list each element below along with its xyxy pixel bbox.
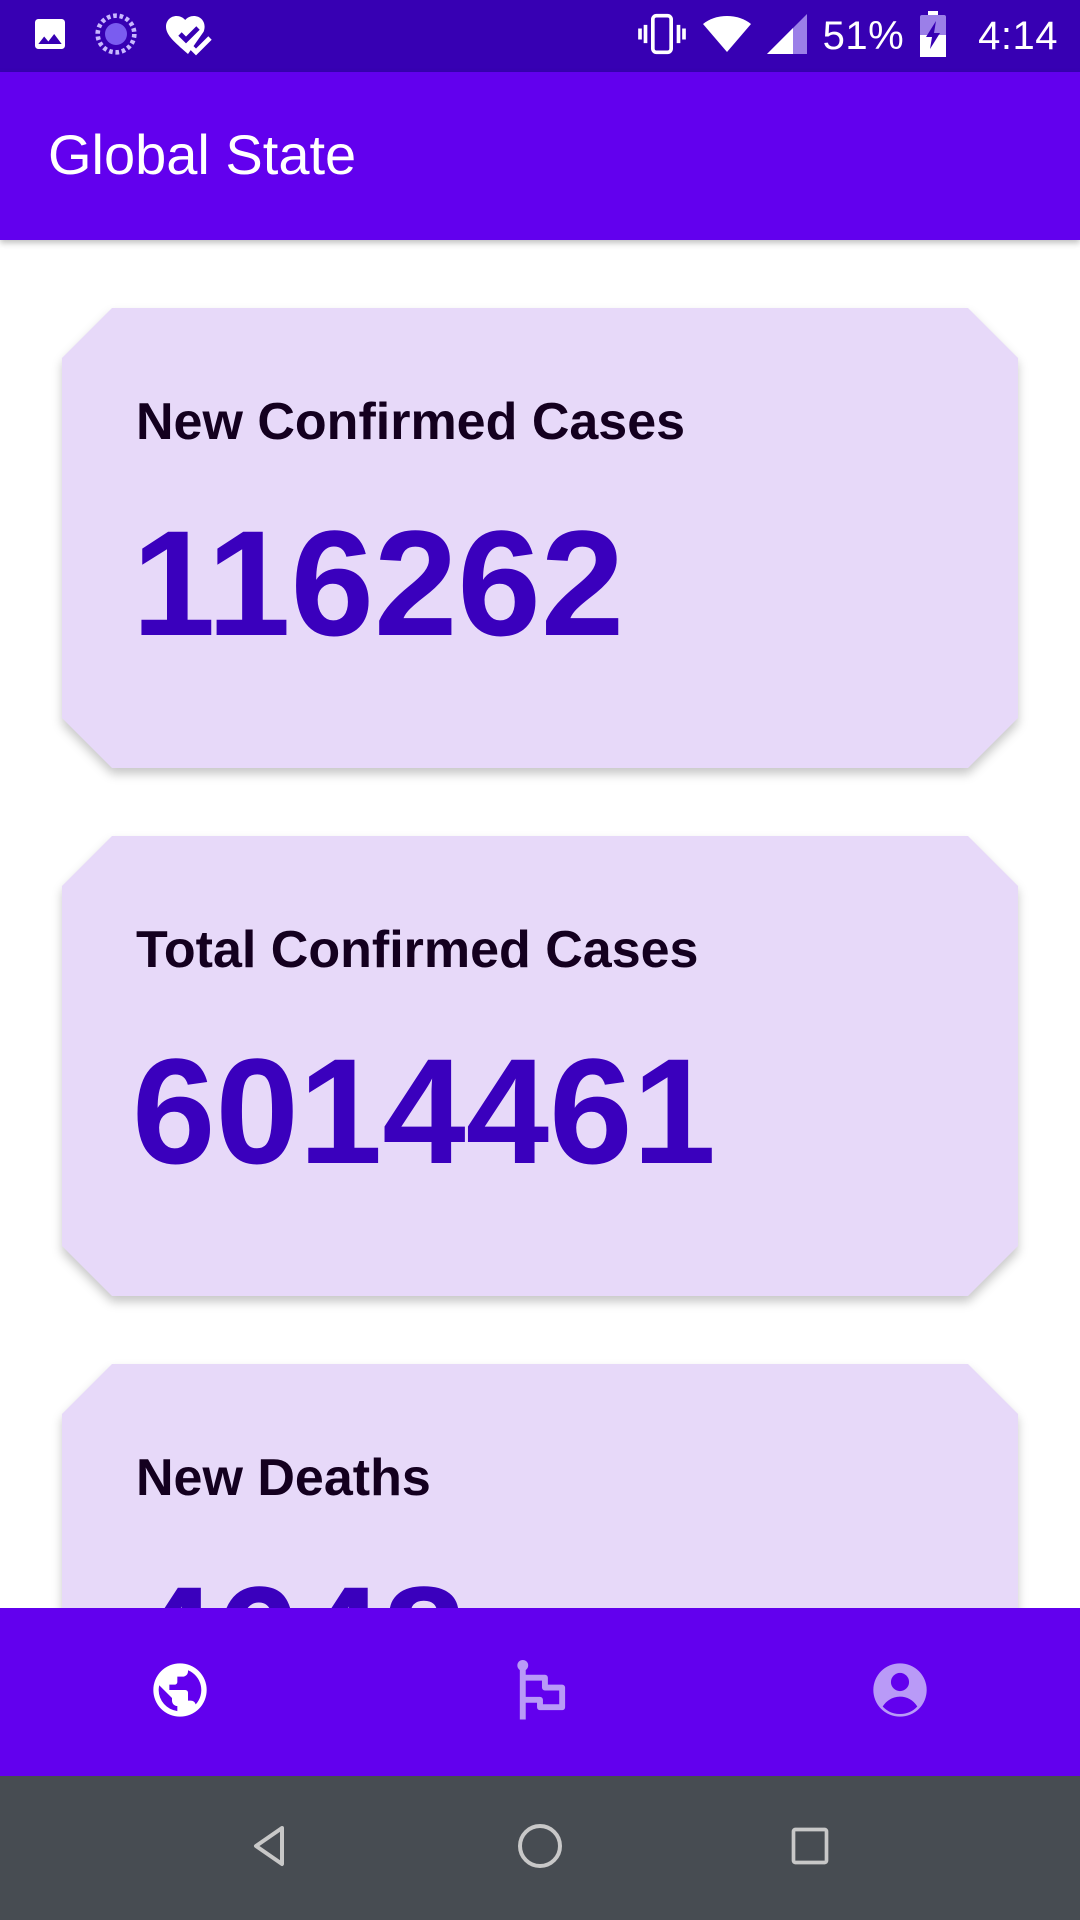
stat-label: New Deaths	[136, 1449, 431, 1507]
stat-value: 116262	[132, 499, 625, 667]
stat-value: 4648	[132, 1564, 466, 1608]
stats-list[interactable]: New Confirmed Cases 116262 Total Confirm…	[0, 240, 1080, 1608]
stat-card-total-confirmed: Total Confirmed Cases 6014461	[62, 836, 1018, 1296]
status-bar: 51% 4:14	[0, 0, 1080, 72]
heart-check-icon	[162, 12, 214, 61]
page-title: Global State	[48, 123, 357, 186]
recents-button[interactable]	[630, 1776, 990, 1920]
battery-percent: 51%	[822, 13, 905, 58]
clock: 4:14	[978, 13, 1058, 58]
battery-charging-icon	[920, 10, 947, 62]
recents-icon	[788, 1824, 832, 1873]
signal-icon	[766, 13, 807, 59]
stat-value: 6014461	[132, 1027, 716, 1195]
account-icon	[868, 1658, 932, 1727]
wifi-icon	[702, 14, 751, 59]
nav-item-countries[interactable]	[360, 1608, 720, 1776]
nav-item-profile[interactable]	[720, 1608, 1080, 1776]
vibrate-icon	[637, 12, 687, 61]
stat-label: Total Confirmed Cases	[136, 921, 699, 979]
stat-card-new-deaths: New Deaths 4648	[62, 1364, 1018, 1608]
globe-icon	[148, 1658, 212, 1727]
stat-label: New Confirmed Cases	[136, 393, 686, 451]
home-icon	[516, 1822, 564, 1875]
back-icon	[246, 1822, 294, 1875]
system-navigation-bar	[0, 1776, 1080, 1920]
flag-icon	[510, 1658, 570, 1727]
stat-card-new-confirmed: New Confirmed Cases 116262	[62, 308, 1018, 768]
image-icon	[30, 14, 70, 59]
loading-icon	[94, 12, 138, 61]
nav-item-global[interactable]	[0, 1608, 360, 1776]
bottom-navigation	[0, 1608, 1080, 1776]
app-bar: Global State	[0, 72, 1080, 240]
